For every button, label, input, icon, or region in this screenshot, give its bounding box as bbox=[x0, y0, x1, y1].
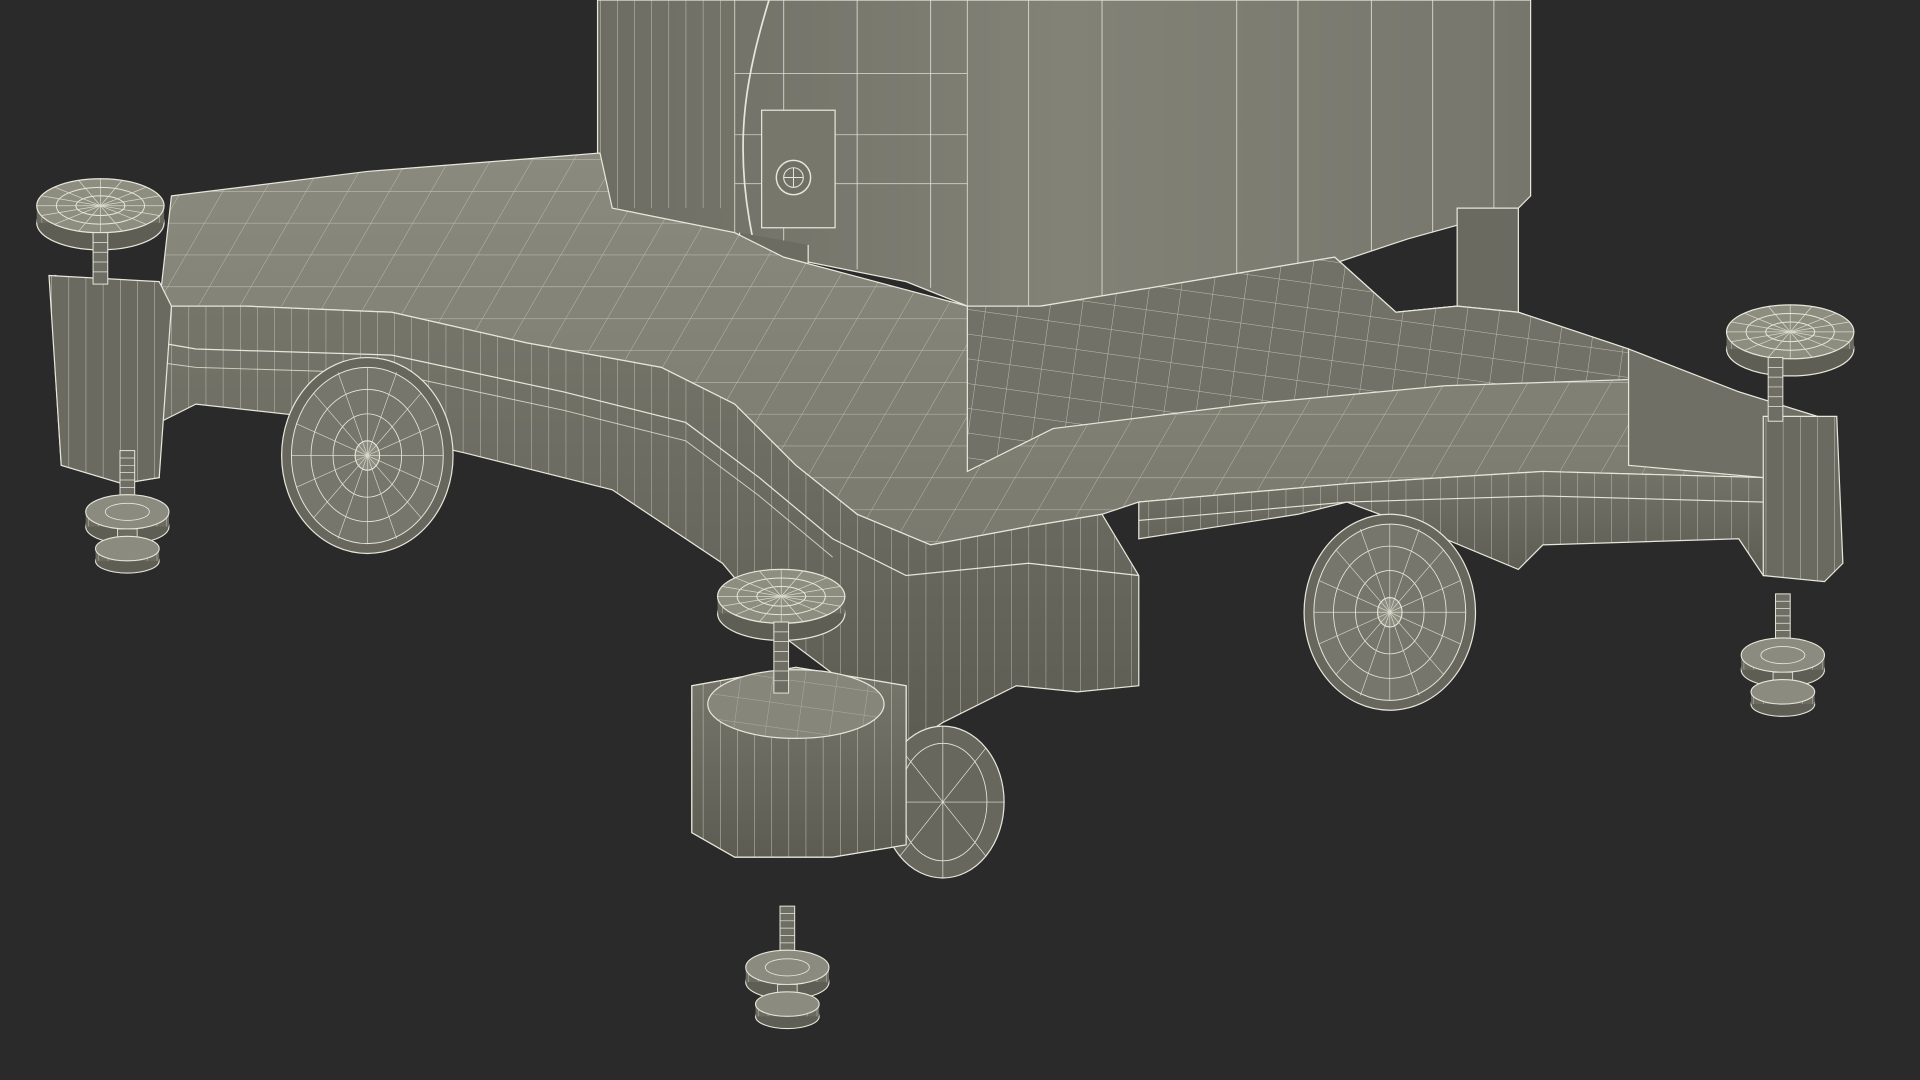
leveling-screw-right-top bbox=[1767, 357, 1784, 422]
wheel-left bbox=[281, 356, 454, 555]
wheel-right bbox=[1303, 513, 1477, 711]
leveling-screw-front-top bbox=[773, 621, 790, 694]
wireframe-scene bbox=[0, 0, 1920, 1080]
leveling-screw-left-top bbox=[92, 232, 109, 285]
front-corner-block bbox=[691, 666, 907, 858]
render-viewport bbox=[0, 0, 1920, 1080]
leveling-knob-right-top bbox=[1725, 304, 1855, 377]
